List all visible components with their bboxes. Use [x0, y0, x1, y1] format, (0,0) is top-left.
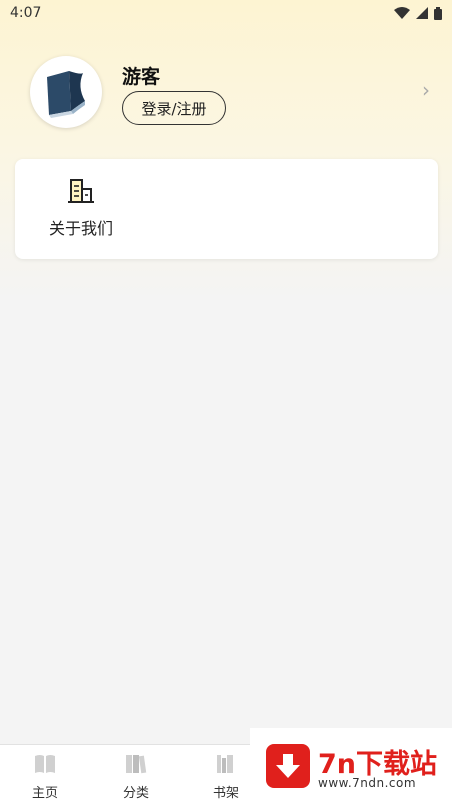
building-icon — [68, 179, 94, 203]
avatar[interactable] — [30, 56, 102, 128]
tab-category[interactable]: 分类 — [106, 753, 166, 801]
login-register-button[interactable]: 登录/注册 — [122, 91, 226, 125]
download-arrow-icon — [266, 744, 310, 788]
tab-home[interactable]: 主页 — [15, 753, 75, 801]
chevron-right-icon[interactable]: › — [422, 78, 430, 102]
book-open-icon — [35, 755, 55, 773]
status-icons — [394, 6, 442, 20]
about-us-item[interactable]: 关于我们 — [43, 177, 119, 247]
watermark: 7n下载站 www.7ndn.com — [250, 728, 452, 804]
books-icon — [126, 755, 147, 774]
status-bar: 4:07 — [0, 0, 452, 26]
menu-card: 关于我们 — [15, 159, 438, 259]
tab-home-label: 主页 — [31, 786, 58, 801]
battery-icon — [434, 6, 442, 20]
tab-bookshelf-label: 书架 — [212, 786, 239, 801]
about-us-label: 关于我们 — [48, 219, 113, 238]
bookshelf-icon — [217, 755, 233, 773]
status-time: 4:07 — [10, 5, 42, 21]
tab-bookshelf[interactable]: 书架 — [196, 753, 256, 801]
wifi-icon — [394, 7, 410, 19]
profile-section[interactable]: 游客 登录/注册 › — [30, 56, 430, 130]
username: 游客 — [122, 66, 161, 88]
book-avatar-icon — [47, 71, 85, 118]
tab-category-label: 分类 — [122, 786, 149, 801]
signal-icon — [416, 7, 428, 19]
watermark-url: www.7ndn.com — [318, 776, 417, 790]
